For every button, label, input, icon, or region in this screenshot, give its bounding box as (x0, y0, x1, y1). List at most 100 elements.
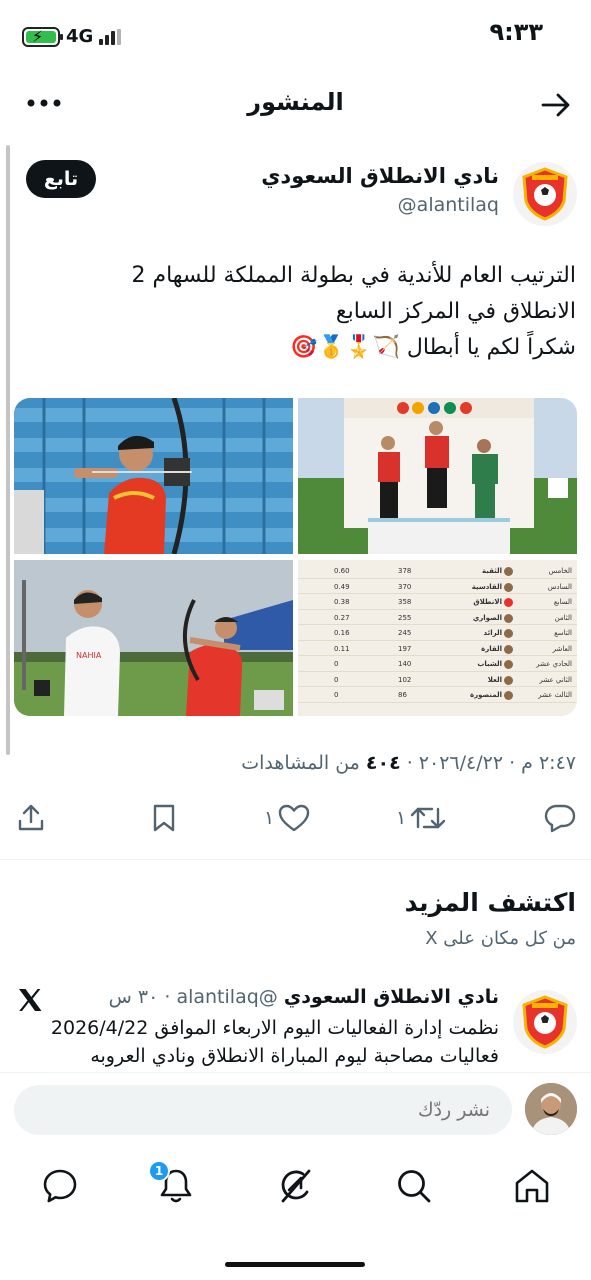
share-button[interactable] (16, 798, 46, 838)
standings-cell-rank: السابع (553, 598, 572, 606)
reply-bar (0, 1072, 591, 1152)
share-icon (18, 804, 44, 831)
standings-cell-rank: الثامن (554, 613, 572, 622)
retweet-button[interactable]: ١ (396, 798, 446, 838)
standings-cell-club: الانطلاق (473, 598, 502, 606)
standings-row: 0 86 المنصورة الثالث عشر (298, 688, 577, 703)
standings-row: 0 102 العلا الثاني عشر (298, 673, 577, 687)
nav-messages[interactable] (40, 1166, 80, 1206)
media-grid: NAHIA 0.60 378 الثقبة الخامس 0.49 370 القادسية… (14, 398, 577, 716)
discover-subtitle: من كل مكان على X (425, 928, 576, 949)
status-bar: ⚡ 4G ٩:٣٣ (0, 0, 591, 72)
card-text-line: فعاليات مصاحبة ليوم المباراة الانطلاق ون… (90, 1045, 499, 1067)
standings-cell-club: الصواري (472, 613, 502, 622)
standings-cell-rank: الخامس (548, 567, 572, 575)
card-text-line: نظمت إدارة الفعاليات اليوم الاربعاء المو… (50, 1017, 499, 1039)
standings-cell-club: الثقبة (481, 567, 502, 575)
archer-aiming-photo[interactable] (14, 398, 293, 554)
standings-cell-points: 255 (398, 613, 412, 622)
nav-search[interactable] (394, 1166, 434, 1206)
standings-cell-points: 86 (398, 691, 407, 699)
club-badge-icon (504, 567, 513, 576)
club-logo-icon (522, 995, 568, 1049)
home-indicator (225, 1262, 365, 1267)
back-button[interactable] (539, 88, 573, 122)
standings-cell-rank: الثاني عشر (539, 675, 572, 684)
network-type: 4G (66, 26, 94, 47)
tweet-text-line: الترتيب العام للأندية في بطولة المملكة ل… (131, 263, 576, 288)
standings-cell-ratio: 0 (334, 675, 339, 684)
club-logo-icon (522, 167, 568, 221)
standings-cell-ratio: 0 (334, 691, 339, 699)
standings-row: 0 140 الشباب الحادي عشر (298, 657, 577, 672)
club-badge-icon (504, 629, 513, 638)
tweet-header: نادي الانطلاق السعودي @alantilaq تابع (0, 158, 591, 228)
messages-icon (43, 1169, 77, 1203)
standings-cell-points: 102 (398, 675, 412, 684)
standings-table-photo[interactable]: 0.60 378 الثقبة الخامس 0.49 370 القادسية السادس… (298, 560, 577, 716)
standings-row: 0.11 197 القارة العاشر (298, 642, 577, 656)
club-badge-icon (504, 582, 513, 592)
tweet-text: الترتيب العام للأندية في بطولة المملكة ل… (16, 258, 576, 366)
standings-cell-ratio: 0.11 (334, 644, 350, 653)
standings-cell-ratio: 0.27 (334, 613, 350, 622)
tweet-meta: ٢:٤٧ م · ٢٠٢٦/٤/٢٢ · ٤٠٤ من المشاهدات (241, 752, 576, 774)
card-text[interactable]: نظمت إدارة الفعاليات اليوم الاربعاء المو… (51, 1014, 499, 1070)
standings-cell-ratio: 0.49 (334, 582, 350, 591)
card-time: ٣٠ س (108, 986, 159, 1008)
club-badge-icon (504, 675, 513, 685)
standings-row: 0.27 255 الصواري الثامن (298, 611, 577, 625)
standings-cell-points: 245 (398, 629, 412, 637)
scrollbar[interactable] (6, 145, 10, 755)
standings-cell-club: المنصورة (469, 691, 502, 699)
like-count: ١ (264, 807, 275, 829)
standings-row: 0.16 245 الرائد التاسع (298, 626, 577, 641)
user-avatar[interactable] (525, 1083, 577, 1135)
standings-cell-rank: السادس (547, 582, 572, 591)
standings-cell-ratio: 0.38 (334, 598, 350, 606)
search-icon (398, 1170, 431, 1203)
discover-title: اكتشف المزيد (404, 888, 576, 917)
card-header[interactable]: نادي الانطلاق السعودي @alantilaq · ٣٠ س (109, 986, 499, 1008)
standings-cell-points: 378 (398, 567, 412, 575)
nav-notifications[interactable]: 1 (148, 1160, 196, 1206)
status-indicators: ⚡ 4G (22, 26, 122, 47)
author-name[interactable]: نادي الانطلاق السعودي (261, 164, 499, 188)
standings-cell-rank: الثالث عشر (538, 691, 572, 699)
tweet-timestamp: ٢:٤٧ م · ٢٠٢٦/٤/٢٢ · (400, 752, 576, 774)
standings-row: 0.38 358 الانطلاق السابع (298, 595, 577, 610)
card-author-avatar[interactable] (513, 990, 577, 1054)
grok-icon (281, 1169, 311, 1203)
standings-cell-club: الشباب (477, 660, 502, 668)
standings-cell-points: 358 (398, 598, 412, 606)
bookmark-icon (153, 804, 175, 832)
battery-icon: ⚡ (22, 26, 63, 47)
tweet-text-line: الانطلاق في المركز السابع (335, 299, 576, 324)
heart-icon (279, 804, 310, 832)
standings-cell-ratio: 0.60 (334, 567, 350, 575)
standings-cell-rank: التاسع (554, 629, 572, 637)
nav-home[interactable] (512, 1166, 552, 1206)
top-bar: المنشور (0, 72, 591, 136)
club-badge-icon (504, 598, 513, 607)
author-handle[interactable]: @alantilaq (398, 194, 499, 216)
bookmark-button[interactable] (150, 798, 178, 838)
reply-input[interactable] (14, 1085, 512, 1135)
standings-cell-points: 140 (398, 660, 412, 668)
podium-photo[interactable] (298, 398, 577, 554)
author-avatar[interactable] (513, 162, 577, 226)
standings-cell-ratio: 0.16 (334, 629, 350, 637)
standings-cell-club: القارة (481, 644, 502, 653)
standings-row: 0.49 370 القادسية السادس (298, 580, 577, 594)
status-time: ٩:٣٣ (489, 18, 543, 46)
signal-icon (99, 28, 122, 45)
nav-grok[interactable] (275, 1166, 315, 1206)
like-button[interactable]: ١ (264, 798, 310, 838)
standings-cell-points: 370 (398, 582, 412, 591)
reply-icon (544, 804, 576, 833)
club-badge-icon (504, 644, 513, 654)
reply-button[interactable] (544, 798, 576, 838)
follow-button[interactable]: تابع (26, 160, 96, 198)
archers-field-photo[interactable]: NAHIA (14, 560, 293, 716)
standings-cell-club: القادسية (471, 582, 502, 591)
